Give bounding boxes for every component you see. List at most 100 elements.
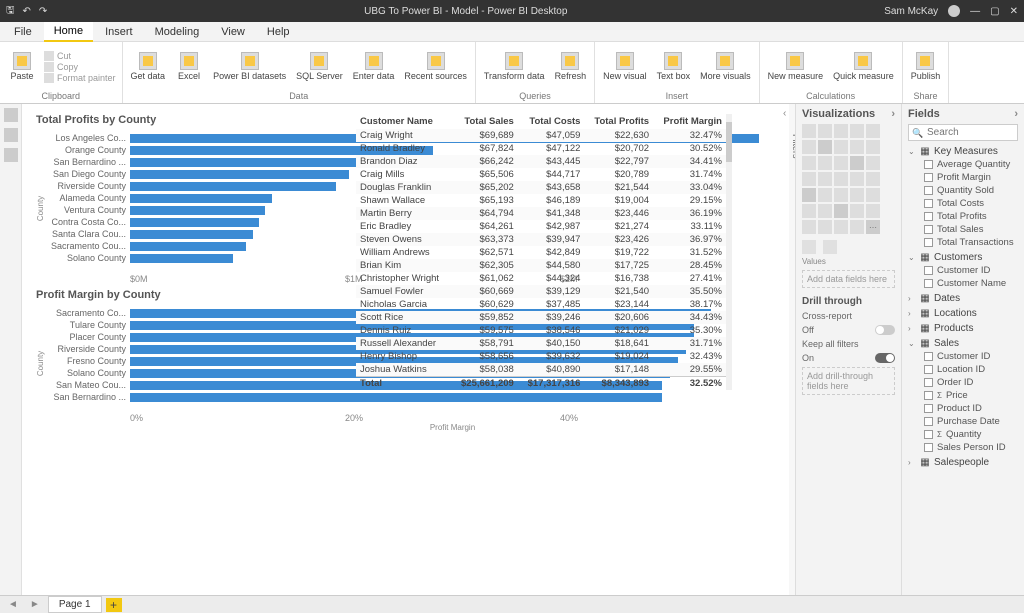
field-checkbox[interactable] — [924, 160, 933, 169]
table-row[interactable]: Brandon Diaz$66,242$43,445$22,79734.41% — [356, 155, 726, 168]
tab-modeling[interactable]: Modeling — [145, 23, 210, 41]
table-header[interactable]: Total Profits — [584, 114, 653, 129]
excel-button[interactable]: Excel — [173, 50, 205, 83]
field-checkbox[interactable] — [924, 352, 933, 361]
values-dropzone[interactable]: Add data fields here — [802, 270, 895, 288]
field-item[interactable]: Total Sales — [908, 223, 1018, 236]
field-table-salespeople[interactable]: ›▦Salespeople — [908, 456, 1018, 469]
sql-server-button[interactable]: SQL Server — [294, 50, 345, 83]
field-checkbox[interactable] — [924, 212, 933, 221]
visual-type-icon[interactable] — [818, 220, 832, 234]
table-row[interactable]: Scott Rice$59,852$39,246$20,60634.43% — [356, 311, 726, 324]
visual-type-icon[interactable] — [818, 204, 832, 218]
visual-type-icon[interactable] — [818, 188, 832, 202]
visual-type-icon[interactable] — [866, 172, 880, 186]
copy-button[interactable]: Copy — [44, 62, 116, 72]
visual-type-icon[interactable] — [834, 156, 848, 170]
visual-type-icon[interactable] — [866, 156, 880, 170]
field-table-key-measures[interactable]: ⌄▦Key Measures — [908, 145, 1018, 158]
field-checkbox[interactable] — [924, 173, 933, 182]
field-item[interactable]: Average Quantity — [908, 158, 1018, 171]
table-header[interactable]: Profit Margin — [653, 114, 726, 129]
field-item[interactable]: Quantity Sold — [908, 184, 1018, 197]
recent-sources-button[interactable]: Recent sources — [402, 50, 469, 83]
table-row[interactable]: Steven Owens$63,373$39,947$23,42636.97% — [356, 233, 726, 246]
field-checkbox[interactable] — [924, 404, 933, 413]
visual-type-icon[interactable] — [866, 140, 880, 154]
tab-file[interactable]: File — [4, 23, 42, 41]
data-view-icon[interactable] — [4, 128, 18, 142]
field-checkbox[interactable] — [924, 186, 933, 195]
visual-type-icon[interactable] — [866, 204, 880, 218]
visual-type-icon[interactable] — [850, 204, 864, 218]
keep-filters-toggle[interactable] — [875, 353, 895, 363]
visual-type-icon[interactable] — [834, 140, 848, 154]
field-checkbox[interactable] — [924, 266, 933, 275]
field-checkbox[interactable] — [924, 391, 933, 400]
visual-type-icon[interactable] — [866, 124, 880, 138]
redo-icon[interactable]: ↷ — [39, 6, 47, 17]
table-scrollbar[interactable] — [726, 114, 732, 390]
visual-type-icon[interactable] — [850, 124, 864, 138]
quick-measure-button[interactable]: Quick measure — [831, 50, 896, 83]
visual-type-icon[interactable] — [834, 220, 848, 234]
visual-type-icon[interactable] — [818, 156, 832, 170]
visual-type-icon[interactable] — [802, 204, 816, 218]
field-item[interactable]: Customer Name — [908, 277, 1018, 290]
fields-search-input[interactable] — [908, 124, 1018, 141]
field-item[interactable]: Total Transactions — [908, 236, 1018, 249]
chevron-right-icon[interactable]: › — [891, 108, 895, 120]
field-item[interactable]: Customer ID — [908, 350, 1018, 363]
paste-button[interactable]: Paste — [6, 50, 38, 83]
format-tab-icon[interactable] — [823, 240, 837, 254]
bar-row[interactable]: San Bernardino ... — [36, 391, 775, 403]
minimize-icon[interactable]: — — [970, 6, 980, 17]
field-item[interactable]: Total Profits — [908, 210, 1018, 223]
cut-button[interactable]: Cut — [44, 51, 116, 61]
field-checkbox[interactable] — [924, 443, 933, 452]
table-row[interactable]: Russell Alexander$58,791$40,150$18,64131… — [356, 337, 726, 350]
chevron-right-icon[interactable]: › — [1014, 108, 1018, 120]
visual-type-icon[interactable] — [834, 124, 848, 138]
tab-view[interactable]: View — [211, 23, 255, 41]
field-item[interactable]: Total Costs — [908, 197, 1018, 210]
pbi-datasets-button[interactable]: Power BI datasets — [211, 50, 288, 83]
field-table-dates[interactable]: ›▦Dates — [908, 292, 1018, 305]
field-checkbox[interactable] — [924, 417, 933, 426]
fields-tab-icon[interactable] — [802, 240, 816, 254]
maximize-icon[interactable]: ▢ — [990, 6, 999, 17]
visual-type-icon[interactable] — [850, 172, 864, 186]
visual-type-icon[interactable]: ⋯ — [866, 220, 880, 234]
field-checkbox[interactable] — [924, 279, 933, 288]
new-visual-button[interactable]: New visual — [601, 50, 649, 83]
table-row[interactable]: Joshua Watkins$58,038$40,890$17,14829.55… — [356, 363, 726, 377]
visual-type-icon[interactable] — [818, 172, 832, 186]
transform-data-button[interactable]: Transform data — [482, 50, 547, 83]
table-row[interactable]: Douglas Franklin$65,202$43,658$21,54433.… — [356, 181, 726, 194]
visual-type-icon[interactable] — [802, 172, 816, 186]
field-checkbox[interactable] — [924, 225, 933, 234]
close-icon[interactable]: ✕ — [1010, 6, 1018, 17]
table-visual[interactable]: Customer NameTotal SalesTotal CostsTotal… — [356, 114, 726, 390]
table-row[interactable]: Christopher Wright$61,062$44,324$16,7382… — [356, 272, 726, 285]
undo-icon[interactable]: ↶ — [23, 6, 31, 17]
visual-type-icon[interactable] — [850, 220, 864, 234]
field-item[interactable]: Purchase Date — [908, 415, 1018, 428]
enter-data-button[interactable]: Enter data — [351, 50, 397, 83]
chevron-left-icon[interactable]: ‹ — [783, 108, 786, 119]
field-item[interactable]: ΣQuantity — [908, 428, 1018, 441]
field-item[interactable]: ΣPrice — [908, 389, 1018, 402]
next-page-button[interactable]: ► — [26, 599, 44, 610]
tab-insert[interactable]: Insert — [95, 23, 143, 41]
save-icon[interactable]: 🖫 — [6, 3, 15, 20]
visual-type-icon[interactable] — [834, 188, 848, 202]
field-table-locations[interactable]: ›▦Locations — [908, 307, 1018, 320]
table-row[interactable]: William Andrews$62,571$42,849$19,72231.5… — [356, 246, 726, 259]
visual-type-icon[interactable] — [802, 220, 816, 234]
page-tab-1[interactable]: Page 1 — [48, 596, 102, 613]
field-table-sales[interactable]: ⌄▦Sales — [908, 337, 1018, 350]
table-row[interactable]: Henry Bishop$58,656$39,632$19,02432.43% — [356, 350, 726, 363]
field-item[interactable]: Profit Margin — [908, 171, 1018, 184]
model-view-icon[interactable] — [4, 148, 18, 162]
visual-type-icon[interactable] — [834, 172, 848, 186]
